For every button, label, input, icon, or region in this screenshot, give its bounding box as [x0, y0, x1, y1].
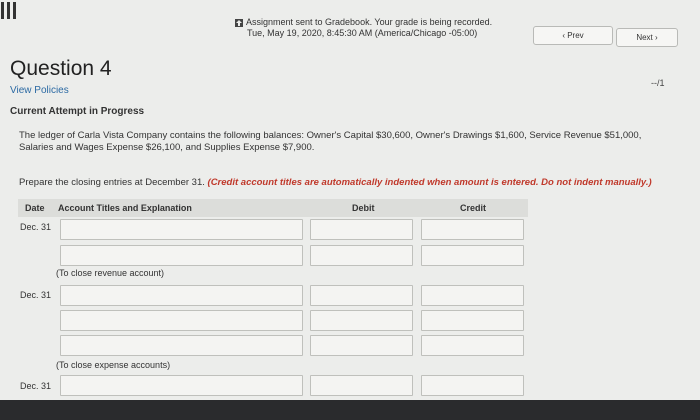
entry-date: Dec. 31: [20, 381, 52, 391]
entry-explanation: (To close expense accounts): [56, 360, 171, 370]
attempt-status: Current Attempt in Progress: [10, 106, 145, 117]
debit-input[interactable]: [310, 219, 413, 240]
notice-line-1: Assignment sent to Gradebook. Your grade…: [246, 17, 493, 27]
account-title-input[interactable]: [60, 245, 303, 266]
credit-header: Credit: [460, 203, 487, 213]
account-title-input[interactable]: [60, 310, 303, 331]
instructions-note: (Credit account titles are automatically…: [207, 177, 652, 188]
date-header: Date: [25, 203, 45, 213]
debit-input[interactable]: [310, 245, 413, 266]
credit-input[interactable]: [421, 285, 524, 306]
debit-input[interactable]: [310, 285, 413, 306]
instructions-text: Prepare the closing entries at December …: [19, 177, 205, 188]
credit-input[interactable]: [421, 219, 524, 240]
credit-input[interactable]: [421, 310, 524, 331]
account-title-input[interactable]: [60, 285, 303, 306]
journal-table-header: Date Account Titles and Explanation Debi…: [18, 199, 528, 217]
debit-header: Debit: [352, 203, 375, 213]
debit-input[interactable]: [310, 375, 413, 396]
menu-icon[interactable]: [0, 2, 18, 20]
credit-input[interactable]: [421, 335, 524, 356]
account-title-input[interactable]: [60, 219, 303, 240]
upload-icon: [235, 18, 243, 27]
prev-button[interactable]: ‹ Prev: [533, 26, 613, 45]
credit-input[interactable]: [421, 375, 524, 396]
account-header: Account Titles and Explanation: [58, 203, 192, 213]
question-score: --/1: [651, 78, 665, 88]
view-policies-link[interactable]: View Policies: [10, 85, 69, 96]
entry-explanation: (To close revenue account): [56, 268, 165, 278]
notice-line-2: Tue, May 19, 2020, 8:45:30 AM (America/C…: [247, 28, 478, 38]
credit-input[interactable]: [421, 245, 524, 266]
debit-input[interactable]: [310, 310, 413, 331]
entry-date: Dec. 31: [20, 222, 52, 232]
problem-text: The ledger of Carla Vista Company contai…: [19, 130, 642, 153]
bottom-bar: [0, 400, 700, 420]
next-button[interactable]: Next ›: [616, 28, 678, 47]
account-title-input[interactable]: [60, 335, 303, 356]
question-title: Question 4: [10, 57, 112, 80]
entry-date: Dec. 31: [20, 290, 52, 300]
gradebook-notice: Assignment sent to Gradebook. Your grade…: [235, 17, 492, 39]
account-title-input[interactable]: [60, 375, 303, 396]
debit-input[interactable]: [310, 335, 413, 356]
instructions: Prepare the closing entries at December …: [19, 177, 652, 188]
